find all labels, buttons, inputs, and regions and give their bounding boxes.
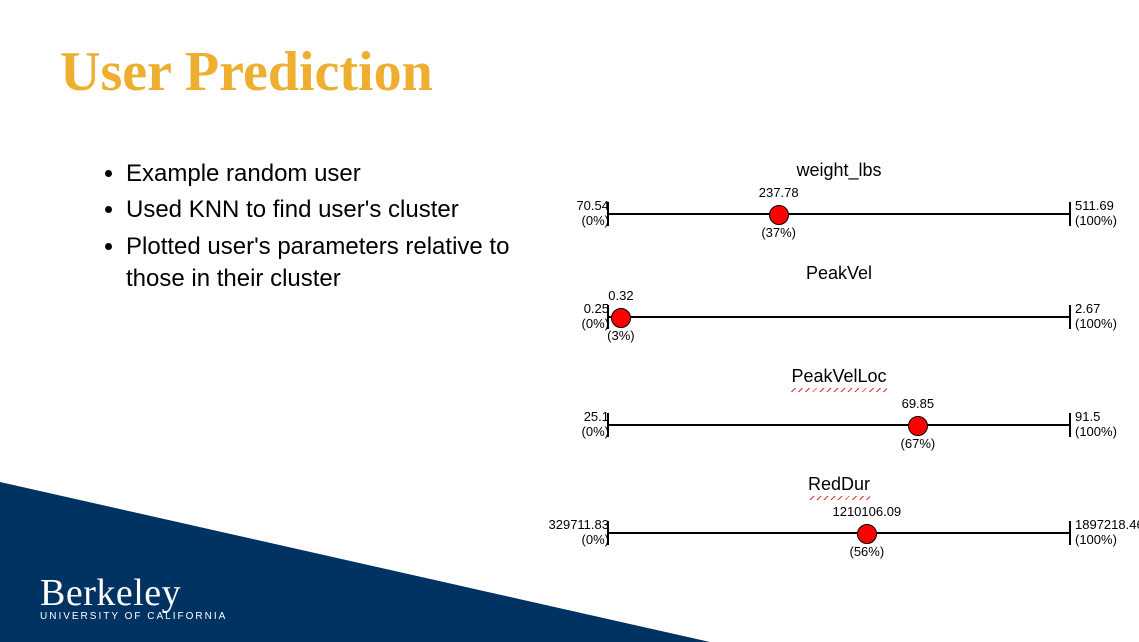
metric-title: PeakVelLoc xyxy=(791,366,886,392)
min-label: 329711.83(0%) xyxy=(549,518,610,548)
user-dot xyxy=(908,416,928,436)
bullet-item: Plotted user's parameters relative to th… xyxy=(126,231,550,296)
metric-PeakVel: PeakVel0.25(0%)2.67(100%)0.32(3%) xyxy=(589,263,1089,346)
spellcheck-underline-icon xyxy=(808,496,870,500)
percentile-bar: 70.54(0%)511.69(100%)237.78(37%) xyxy=(607,185,1071,243)
user-pct-label: (67%) xyxy=(901,436,936,451)
metric-RedDur: RedDur 329711.83(0%)1897218.46(100%)12101… xyxy=(589,474,1089,562)
berkeley-logo: Berkeley UNIVERSITY OF CALIFORNIA xyxy=(40,571,227,622)
spellcheck-underline-icon xyxy=(791,388,886,392)
max-label: 1897218.46(100%) xyxy=(1075,518,1139,548)
user-dot xyxy=(769,205,789,225)
min-label: 0.25(0%) xyxy=(582,302,609,332)
user-value-label: 237.78 xyxy=(759,185,799,200)
user-pct-label: (37%) xyxy=(761,225,796,240)
user-pct-label: (3%) xyxy=(607,328,634,343)
bullet-item: Example random user xyxy=(126,158,550,190)
user-value-label: 0.32 xyxy=(608,288,633,303)
bullet-item: Used KNN to find user's cluster xyxy=(126,194,550,226)
max-label: 91.5(100%) xyxy=(1075,410,1117,440)
user-dot xyxy=(857,524,877,544)
percentile-bar: 329711.83(0%)1897218.46(100%)1210106.09(… xyxy=(607,504,1071,562)
user-dot xyxy=(611,308,631,328)
slide-title: User Prediction xyxy=(60,40,433,104)
metric-title: PeakVel xyxy=(806,263,872,284)
percentile-bar: 0.25(0%)2.67(100%)0.32(3%) xyxy=(607,288,1071,346)
user-pct-label: (56%) xyxy=(849,544,884,559)
metric-weight_lbs: weight_lbs70.54(0%)511.69(100%)237.78(37… xyxy=(589,160,1089,243)
logo-subtitle: UNIVERSITY OF CALIFORNIA xyxy=(40,611,227,622)
min-label: 70.54(0%) xyxy=(576,199,609,229)
percentile-bar: 25.1(0%)91.5(100%)69.85(67%) xyxy=(607,396,1071,454)
max-label: 2.67(100%) xyxy=(1075,302,1117,332)
metric-title: weight_lbs xyxy=(796,160,881,181)
bullet-list: Example random user Used KNN to find use… xyxy=(90,158,550,300)
percentile-charts: weight_lbs70.54(0%)511.69(100%)237.78(37… xyxy=(589,160,1089,582)
slide: User Prediction Example random user Used… xyxy=(0,0,1139,642)
metric-PeakVelLoc: PeakVelLoc25.1(0%)91.5(100%)69.85(67%) xyxy=(589,366,1089,454)
max-label: 511.69(100%) xyxy=(1075,199,1117,229)
metric-title: RedDur xyxy=(808,474,870,500)
logo-wordmark: Berkeley xyxy=(40,571,227,615)
min-label: 25.1(0%) xyxy=(582,410,609,440)
user-value-label: 1210106.09 xyxy=(832,504,901,519)
user-value-label: 69.85 xyxy=(902,396,935,411)
